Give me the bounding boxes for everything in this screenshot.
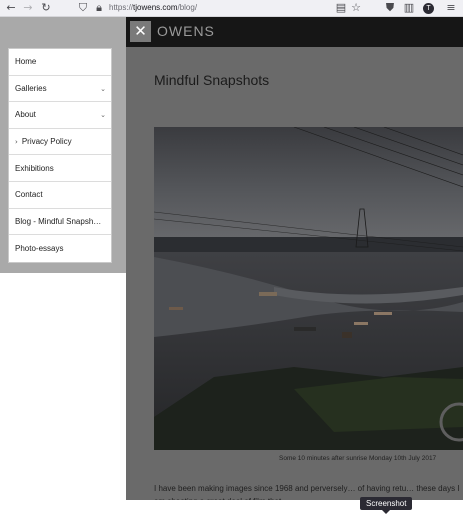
reader-view-icon[interactable]: ▤ (335, 2, 347, 14)
site-header: ✕ OWENS (126, 17, 463, 47)
chevron-down-icon[interactable]: ⌄ (100, 111, 106, 119)
menu-item-label: Privacy Policy (21, 137, 72, 147)
url-prefix: https:// (109, 3, 134, 12)
menu-item-contact[interactable]: Contact (9, 182, 111, 209)
menu-item-label: About (15, 110, 36, 120)
menu-item-label: Exhibitions (15, 163, 54, 173)
estuary-photo (154, 127, 463, 450)
menu-item-blog-mindful-snapsh[interactable]: Blog - Mindful Snapsh… (9, 209, 111, 236)
menu-item-exhibitions[interactable]: Exhibitions (9, 155, 111, 182)
menu-item-about[interactable]: About ⌄ (9, 102, 111, 129)
chevron-down-icon[interactable]: ⌄ (100, 85, 106, 93)
content-overlay: ✕ OWENS Mindful Snapshots Some 10 minute… (126, 17, 463, 500)
pocket-icon[interactable]: ⛊ (384, 2, 396, 14)
site-brand[interactable]: OWENS (157, 23, 215, 39)
page: Home Galleries ⌄ About ⌄ › Privacy Policy Exhib… (0, 17, 463, 514)
bookmark-star-icon[interactable]: ☆ (350, 2, 362, 14)
reload-icon[interactable]: ↻ (40, 2, 52, 14)
url-path: /blog/ (177, 3, 198, 12)
shield-icon[interactable]: ⛉ (77, 2, 89, 14)
browser-toolbar: ← → ↻ ⛉ 🔒︎ https://tjowens.com/blog/ ▤ ☆… (0, 0, 463, 17)
back-icon[interactable]: ← (5, 2, 17, 14)
menu-item-label: Blog - Mindful Snapsh… (15, 216, 102, 226)
screenshot-tooltip: Screenshot (360, 497, 413, 514)
sidebar-icon[interactable]: ▥ (403, 2, 415, 14)
menu-item-label: Galleries (15, 83, 47, 93)
menu-item-label: Contact (15, 190, 43, 200)
account-avatar[interactable]: T (423, 3, 434, 14)
photo-caption: Some 10 minutes after sunrise Monday 10t… (279, 455, 437, 462)
menu-item-label: Photo-essays (15, 243, 64, 253)
menu-item-galleries[interactable]: Galleries ⌄ (9, 76, 111, 103)
post-title: Mindful Snapshots (154, 72, 270, 88)
menu-item-privacy-policy[interactable]: › Privacy Policy (9, 129, 111, 156)
post-body: I have been making images since 1968 and… (154, 484, 460, 500)
chevron-right-icon: › (15, 137, 18, 146)
url-bar[interactable]: https://tjowens.com/blog/ (109, 3, 197, 12)
hamburger-menu-icon[interactable]: ≡ (445, 2, 457, 14)
menu-item-label: Home (15, 57, 37, 67)
menu-item-home[interactable]: Home (9, 49, 111, 76)
close-menu-button[interactable]: ✕ (130, 21, 151, 42)
forward-icon[interactable]: → (22, 2, 34, 14)
menu-item-photo-essays[interactable]: Photo-essays (9, 235, 111, 262)
lock-icon[interactable]: 🔒︎ (93, 2, 105, 14)
url-domain: tjowens.com (133, 3, 178, 12)
nav-menu: Home Galleries ⌄ About ⌄ › Privacy Policy Exhib… (8, 48, 112, 263)
